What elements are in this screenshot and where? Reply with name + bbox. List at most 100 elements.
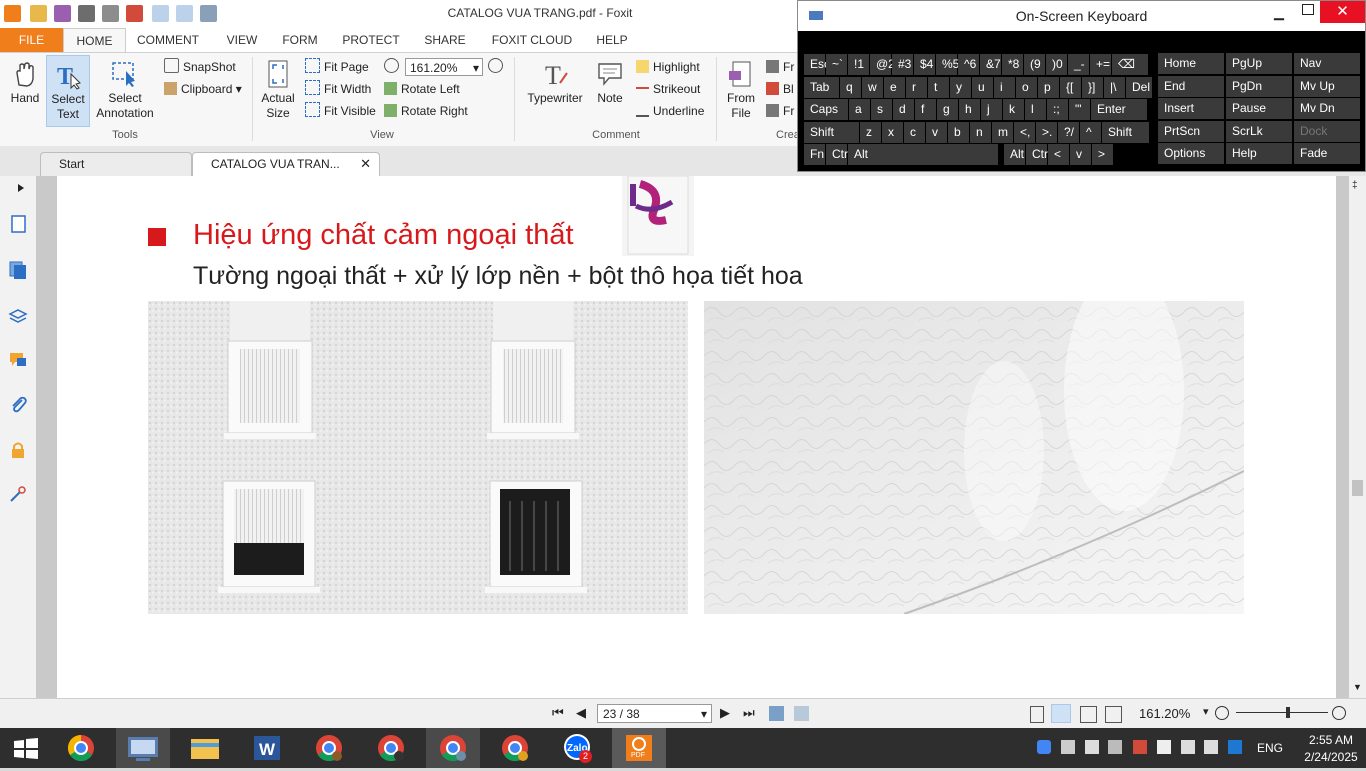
hand-button[interactable]: Hand: [4, 59, 46, 106]
signature-icon[interactable]: [8, 484, 28, 504]
zalo-taskbar-icon[interactable]: Zalo 2: [550, 728, 604, 768]
tab-catalog[interactable]: CATALOG VUA TRAN... ✕: [192, 152, 380, 176]
key-11[interactable]: )0: [1046, 54, 1067, 75]
key-row5-7[interactable]: >: [1092, 144, 1113, 165]
key-nav-2-1[interactable]: Pause: [1226, 98, 1292, 119]
fit-page-button[interactable]: Fit Page: [305, 58, 369, 76]
key-row3-5[interactable]: g: [937, 99, 958, 120]
key-row3-10[interactable]: :;: [1047, 99, 1068, 120]
key-row5-4[interactable]: Ctrl: [1026, 144, 1051, 165]
key-row5-2[interactable]: Alt: [848, 144, 998, 165]
key-nav-2-0[interactable]: Insert: [1158, 98, 1224, 119]
zoom-slider-thumb[interactable]: [1286, 707, 1290, 718]
key-nav-4-2[interactable]: Fade: [1294, 143, 1360, 164]
tab-share[interactable]: SHARE: [414, 28, 476, 52]
key-nav-1-1[interactable]: PgDn: [1226, 75, 1292, 97]
maximize-icon[interactable]: [1302, 4, 1314, 15]
key-row2-4[interactable]: r: [906, 76, 927, 98]
key-row4-7[interactable]: m: [992, 121, 1013, 143]
key-row3-9[interactable]: l: [1025, 99, 1046, 120]
key-row5-6[interactable]: v: [1070, 144, 1091, 165]
key-row3-7[interactable]: j: [981, 99, 1002, 120]
key-backspace[interactable]: ⌫: [1112, 54, 1148, 75]
start-button[interactable]: [0, 728, 54, 768]
key-nav-0-1[interactable]: PgUp: [1226, 53, 1292, 74]
volume-icon[interactable]: [1204, 740, 1218, 754]
key-9[interactable]: *8: [1002, 54, 1023, 75]
key-row4-5[interactable]: b: [948, 121, 969, 143]
key-7[interactable]: ^6: [958, 54, 979, 75]
clock-time[interactable]: 2:55 AM: [1296, 733, 1366, 747]
tab-view[interactable]: VIEW: [212, 28, 272, 52]
key-1[interactable]: ~`: [826, 54, 847, 75]
key-nav-3-2[interactable]: Dock: [1294, 120, 1360, 142]
zoom-level-input[interactable]: 161.20% ▾: [405, 58, 483, 76]
key-4[interactable]: #3: [892, 54, 913, 75]
key-row5-5[interactable]: <: [1048, 144, 1069, 165]
tab-comment[interactable]: COMMENT: [128, 28, 208, 52]
key-row4-4[interactable]: v: [926, 121, 947, 143]
key-row2-13[interactable]: |\: [1104, 76, 1125, 98]
tab-home[interactable]: HOME: [63, 28, 126, 52]
clipboard-button[interactable]: Clipboard ▾: [164, 80, 242, 98]
key-5[interactable]: $4: [914, 54, 935, 75]
key-row3-4[interactable]: f: [915, 99, 936, 120]
network-signal-icon[interactable]: [1181, 740, 1195, 754]
tab-file[interactable]: FILE: [0, 28, 63, 52]
key-0[interactable]: Esc: [804, 54, 830, 75]
next-view-icon[interactable]: [794, 706, 809, 721]
key-row2-7[interactable]: u: [972, 76, 993, 98]
key-row4-8[interactable]: <,: [1014, 121, 1035, 143]
tray-antivirus-icon[interactable]: [1133, 740, 1147, 754]
tray-tool-icon[interactable]: [1061, 740, 1075, 754]
tray-app-icon[interactable]: [1108, 740, 1122, 754]
key-row2-3[interactable]: e: [884, 76, 905, 98]
snapshot-button[interactable]: SnapShot: [164, 58, 236, 76]
key-row2-10[interactable]: p: [1038, 76, 1059, 98]
previous-page-icon[interactable]: ◀: [576, 705, 586, 721]
vertical-scrollbar[interactable]: ‡ ▼: [1349, 176, 1366, 698]
key-12[interactable]: _-: [1068, 54, 1089, 75]
key-row2-2[interactable]: w: [862, 76, 883, 98]
key-3[interactable]: @2: [870, 54, 895, 75]
select-annotation-button[interactable]: Select Annotation: [92, 59, 158, 121]
key-8[interactable]: &7: [980, 54, 1001, 75]
create-from2-button[interactable]: Fr: [766, 102, 794, 120]
comments-icon[interactable]: [8, 350, 28, 370]
key-row2-0[interactable]: Tab: [804, 76, 839, 98]
info-icon[interactable]: [1228, 740, 1242, 754]
key-2[interactable]: !1: [848, 54, 869, 75]
tab-form[interactable]: FORM: [272, 28, 328, 52]
first-page-icon[interactable]: ⏮: [552, 705, 564, 721]
key-nav-1-2[interactable]: Mv Up: [1294, 75, 1360, 97]
layers-icon[interactable]: [8, 306, 28, 326]
key-nav-1-0[interactable]: End: [1158, 75, 1224, 97]
key-row3-11[interactable]: "': [1069, 99, 1090, 120]
key-row4-12[interactable]: Shift: [1102, 121, 1149, 143]
key-6[interactable]: %5: [936, 54, 959, 75]
on-screen-keyboard-taskbar-icon[interactable]: [116, 728, 170, 768]
key-row3-6[interactable]: h: [959, 99, 980, 120]
clock-date[interactable]: 2/24/2025: [1296, 750, 1366, 764]
key-nav-4-1[interactable]: Help: [1226, 143, 1292, 164]
facing-page-icon[interactable]: [1080, 706, 1097, 723]
expand-panel-icon[interactable]: [16, 182, 26, 194]
chrome-profile-4-taskbar-icon[interactable]: [488, 728, 542, 768]
tab-protect[interactable]: PROTECT: [332, 28, 410, 52]
select-text-button[interactable]: T Select Text: [46, 55, 90, 127]
zoom-out-button[interactable]: [384, 58, 403, 76]
tray-usb-icon[interactable]: [1085, 740, 1099, 754]
fit-width-button[interactable]: Fit Width: [305, 80, 371, 98]
key-nav-4-0[interactable]: Options: [1158, 143, 1224, 164]
page-number-input[interactable]: 23 / 38 ▾: [597, 704, 712, 723]
key-row4-10[interactable]: ?/: [1058, 121, 1079, 143]
key-nav-0-0[interactable]: Home: [1158, 53, 1224, 74]
scroll-up-icon[interactable]: ‡: [1352, 180, 1358, 191]
fit-visible-button[interactable]: Fit Visible: [305, 102, 376, 120]
zoom-dropdown-icon[interactable]: ▾: [1203, 705, 1209, 718]
key-nav-0-2[interactable]: Nav: [1294, 53, 1360, 74]
key-row3-2[interactable]: s: [871, 99, 892, 120]
flag-icon[interactable]: [1157, 740, 1171, 754]
chrome-profile-2-taskbar-icon[interactable]: [364, 728, 418, 768]
key-nav-3-0[interactable]: PrtScn: [1158, 120, 1224, 142]
